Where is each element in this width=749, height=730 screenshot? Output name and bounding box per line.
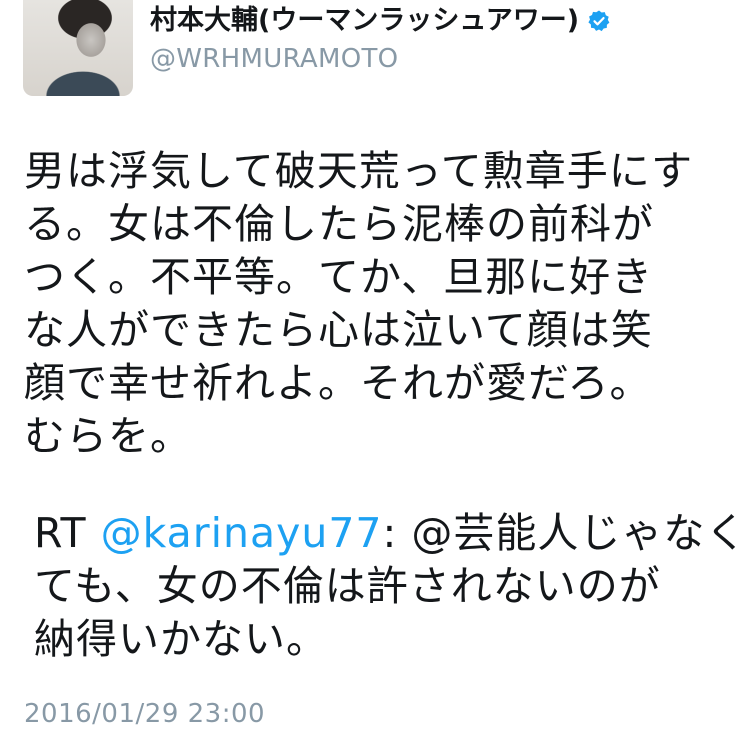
retweet-line: 納得いかない。 bbox=[34, 615, 328, 663]
display-name-row: 村本大輔(ウーマンラッシュアワー) bbox=[150, 4, 611, 38]
retweet-mention-link[interactable]: @karinayu77 bbox=[101, 509, 383, 557]
tweet-text-line: る。女は不倫したら泥棒の前科が bbox=[24, 200, 654, 248]
tweet-text-line: な人ができたら心は泣いて顔は笑 bbox=[24, 306, 653, 354]
avatar[interactable] bbox=[23, 0, 133, 96]
retweet-line: RT @karinayu77: @芸能人じゃなく bbox=[34, 507, 746, 560]
tweet-text-line: つく。不平等。てか、旦那に好き bbox=[24, 253, 654, 301]
tweet-text-line: 顔で幸せ祈れよ。それが愛だろ。 bbox=[24, 359, 652, 407]
tweet-text: 男は浮気して破天荒って勲章手にす る。女は不倫したら泥棒の前科が つく。不平等。… bbox=[24, 145, 729, 463]
user-names: 村本大輔(ウーマンラッシュアワー) @WRHMURAMOTO bbox=[150, 4, 611, 76]
verified-badge-icon bbox=[587, 9, 611, 33]
tweet-text-line: 男は浮気して破天荒って勲章手にす bbox=[24, 147, 694, 195]
display-name[interactable]: 村本大輔(ウーマンラッシュアワー) bbox=[150, 4, 579, 38]
user-handle[interactable]: @WRHMURAMOTO bbox=[150, 42, 611, 76]
quoted-retweet-text: RT @karinayu77: @芸能人じゃなく ても、女の不倫は許されないのが… bbox=[34, 507, 746, 666]
tweet-text-line: むらを。 bbox=[24, 412, 192, 460]
tweet-timestamp[interactable]: 2016/01/29 23:00 bbox=[24, 698, 265, 730]
retweet-prefix: RT bbox=[34, 509, 101, 557]
retweet-text-segment: : @芸能人じゃなく bbox=[382, 509, 748, 557]
tweet-header: 村本大輔(ウーマンラッシュアワー) @WRHMURAMOTO bbox=[23, 0, 611, 96]
tweet-card: 村本大輔(ウーマンラッシュアワー) @WRHMURAMOTO 男は浮気して破天荒… bbox=[0, 0, 749, 730]
retweet-line: ても、女の不倫は許されないのが bbox=[34, 562, 661, 610]
